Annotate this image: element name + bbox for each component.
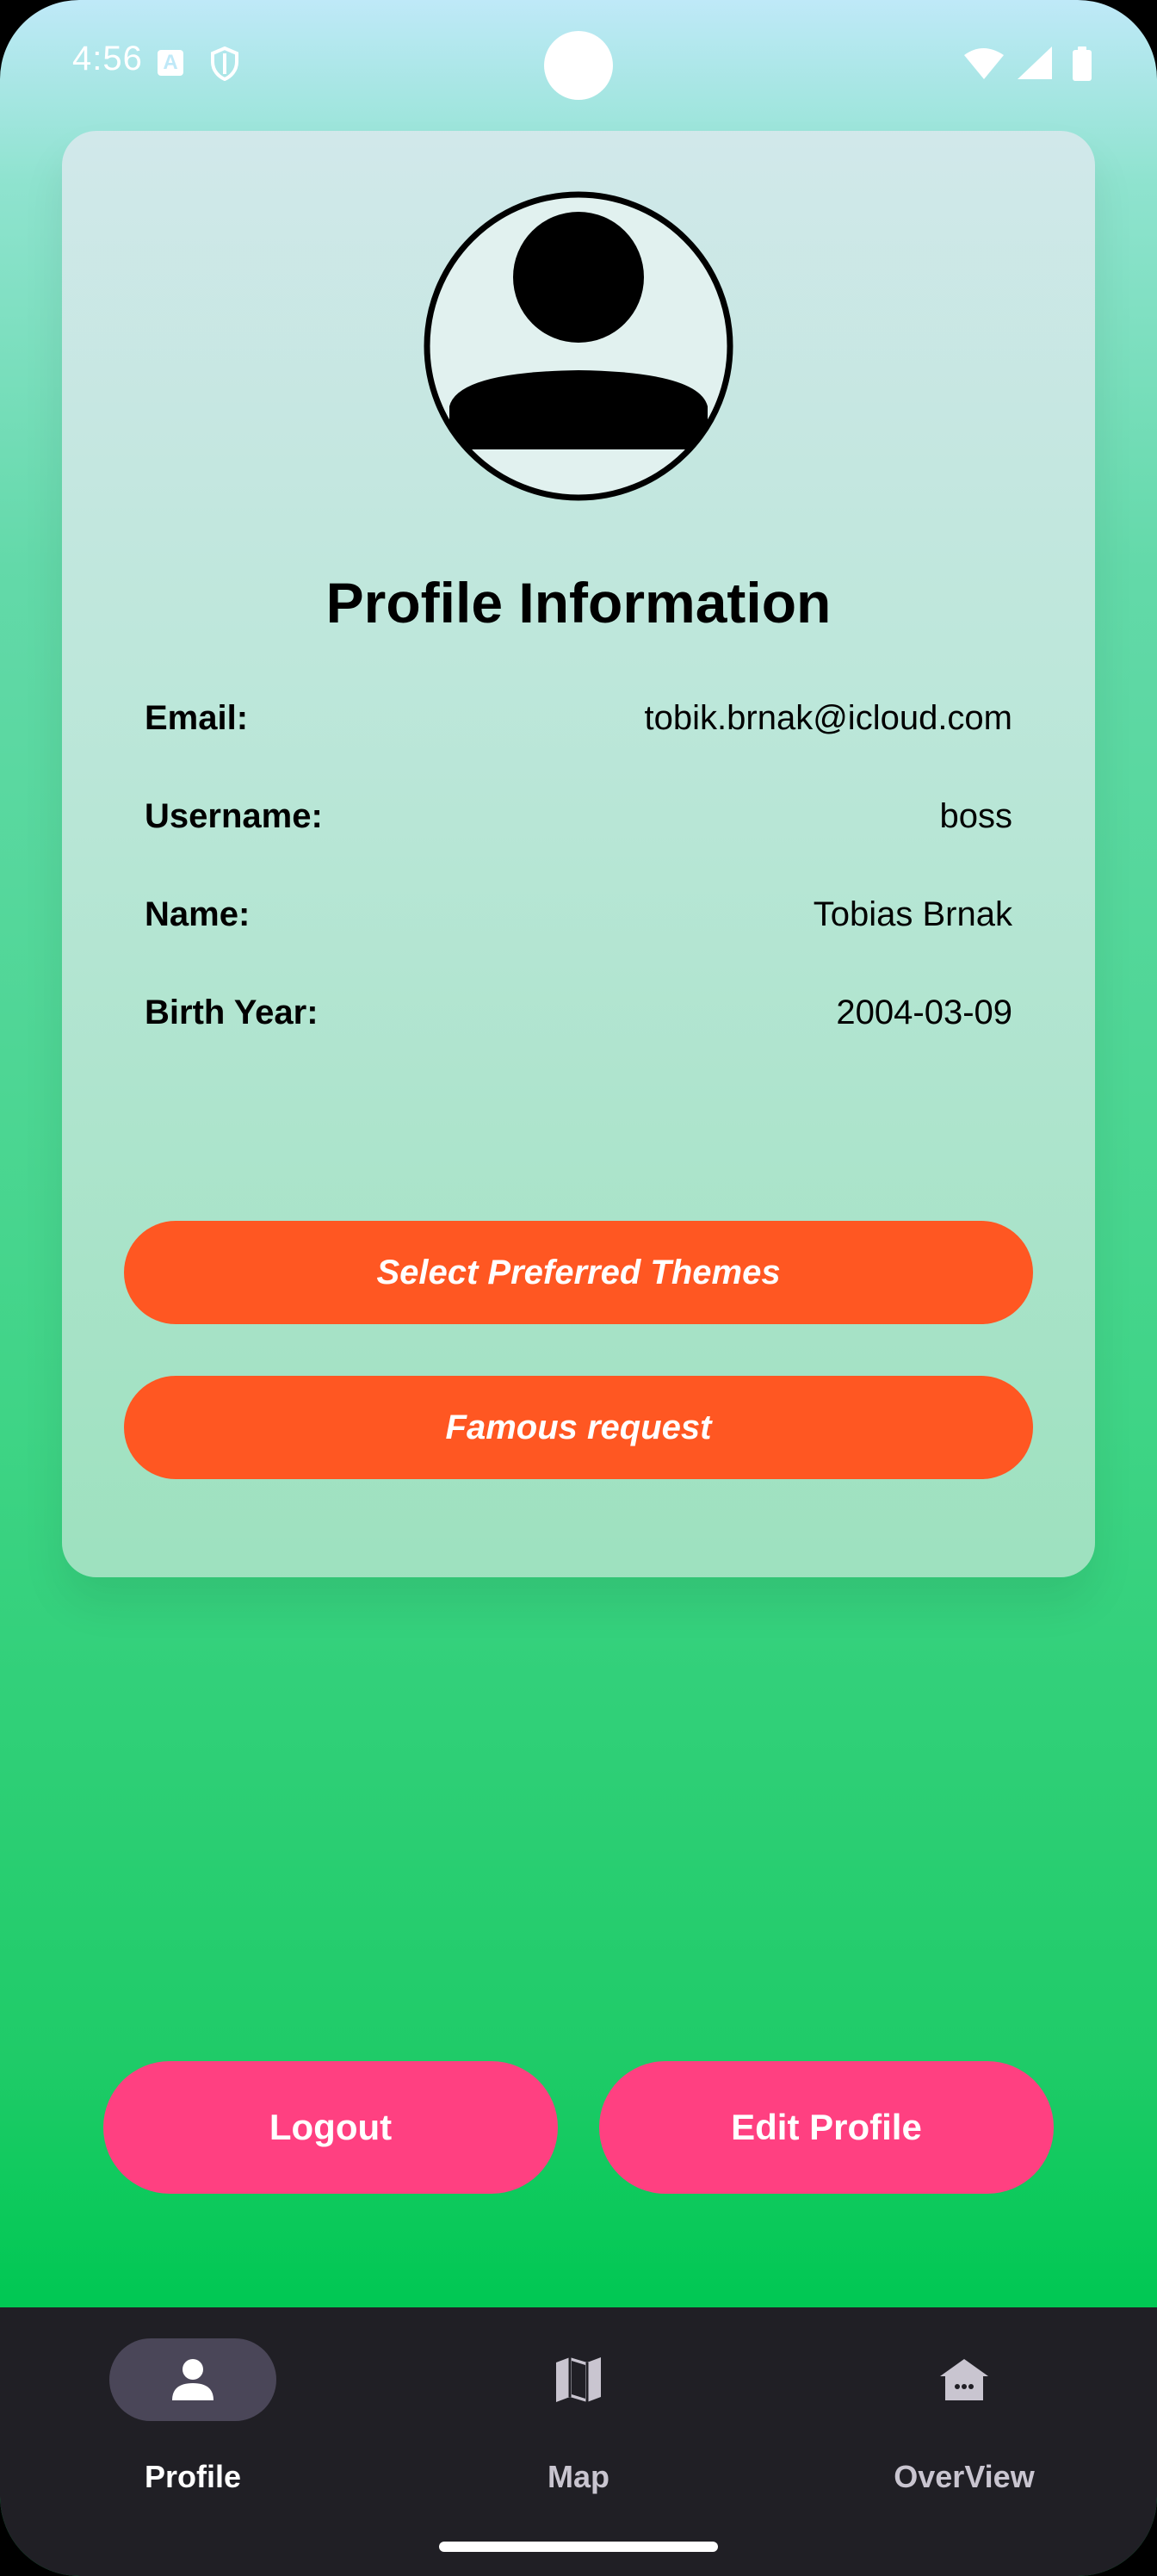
phone-screen: 4:56 A Profile Information Email: tobik.…: [0, 0, 1157, 2576]
person-avatar-icon: [424, 191, 733, 501]
nav-label-profile: Profile: [144, 2459, 242, 2494]
birth-year-label: Birth Year:: [145, 994, 319, 1031]
status-time: 4:56: [72, 40, 143, 77]
nav-item-overview[interactable]: OverView: [852, 2338, 1076, 2511]
username-label: Username:: [145, 797, 323, 835]
nav-item-profile[interactable]: Profile: [81, 2338, 305, 2511]
signal-icon: [1018, 46, 1052, 79]
edit-profile-button[interactable]: Edit Profile: [599, 2061, 1054, 2194]
person-icon: [172, 2359, 213, 2400]
info-row-birth-year: Birth Year: 2004-03-09: [145, 994, 1012, 1045]
nav-item-map[interactable]: Map: [467, 2338, 690, 2511]
famous-request-button[interactable]: Famous request: [124, 1376, 1033, 1479]
wifi-icon: [964, 48, 1004, 79]
shield-icon: [211, 46, 238, 81]
info-row-name: Name: Tobias Brnak: [145, 895, 1012, 947]
status-right-icons: [964, 46, 1092, 81]
house-icon: [940, 2359, 988, 2400]
name-value: Tobias Brnak: [813, 895, 1012, 933]
email-label: Email:: [145, 699, 249, 737]
email-value: tobik.brnak@icloud.com: [644, 699, 1012, 737]
select-preferred-themes-button[interactable]: Select Preferred Themes: [124, 1221, 1033, 1324]
nav-label-overview: OverView: [894, 2459, 1035, 2494]
page-title: Profile Information: [325, 571, 832, 635]
home-indicator[interactable]: [439, 2542, 718, 2552]
profile-card: Profile Information Email: tobik.brnak@i…: [62, 131, 1095, 1577]
logout-button[interactable]: Logout: [103, 2061, 558, 2194]
info-row-username: Username: boss: [145, 797, 1012, 849]
battery-icon: [1073, 50, 1092, 81]
name-label: Name:: [145, 895, 251, 933]
bottom-navigation: Profile Map OverView: [0, 2307, 1157, 2576]
username-value: boss: [939, 797, 1013, 835]
map-icon: [556, 2357, 601, 2402]
info-row-email: Email: tobik.brnak@icloud.com: [145, 699, 1012, 751]
status-bar: 4:56 A: [0, 0, 1157, 129]
front-camera: [544, 31, 613, 100]
nav-label-map: Map: [548, 2459, 609, 2494]
a-notification-icon: A: [158, 50, 183, 76]
birth-year-value: 2004-03-09: [836, 994, 1012, 1031]
